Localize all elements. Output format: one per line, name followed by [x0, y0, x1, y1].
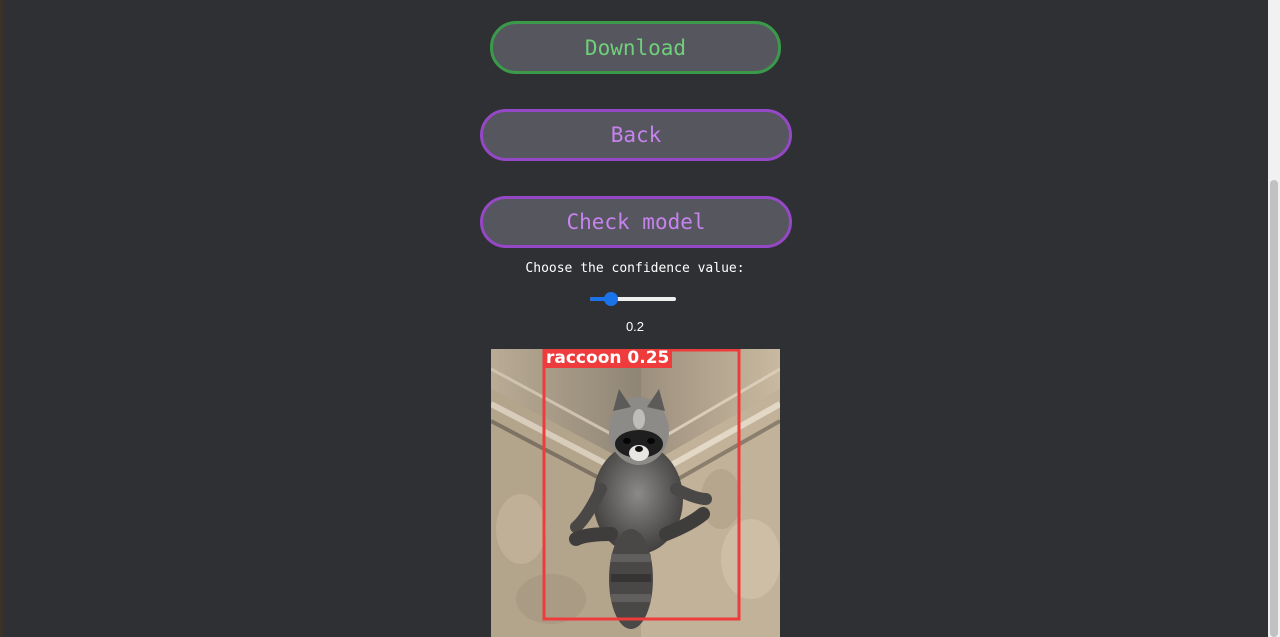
scrollbar-thumb[interactable] [1270, 180, 1278, 637]
vertical-scrollbar[interactable] [1268, 0, 1280, 637]
download-button[interactable]: Download [490, 21, 781, 74]
slider-thumb[interactable] [604, 292, 619, 306]
confidence-value: 0.2 [625, 319, 645, 334]
detection-score: 0.25 [627, 348, 670, 368]
confidence-slider[interactable] [590, 292, 676, 306]
confidence-label: Choose the confidence value: [525, 261, 745, 276]
detection-label: raccoon 0.25 [543, 348, 673, 368]
detection-class: raccoon [546, 348, 622, 368]
back-button-label: Back [610, 123, 662, 147]
back-button[interactable]: Back [480, 109, 792, 161]
detection-result-image [491, 349, 780, 637]
download-button-label: Download [584, 35, 687, 60]
page-content: Download Back Check model Choose the con… [0, 0, 1268, 637]
check-model-button-label: Check model [566, 210, 706, 234]
check-model-button[interactable]: Check model [480, 196, 792, 248]
raccoon-photo [491, 349, 780, 637]
